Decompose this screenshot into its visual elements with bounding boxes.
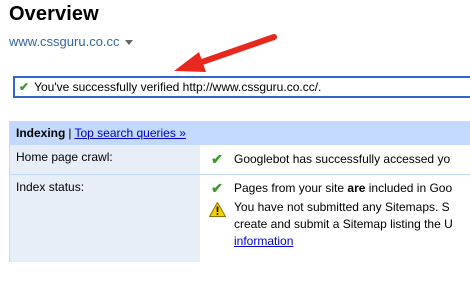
index-status-text: Pages from your site are included in Goo bbox=[234, 180, 452, 197]
table-row: Home page crawl: ✔ Googlebot has success… bbox=[10, 144, 470, 174]
tab-separator: | bbox=[68, 126, 72, 140]
table-row: Index status: ✔ Pages from your site are… bbox=[10, 174, 470, 262]
tab-indexing[interactable]: Indexing bbox=[16, 126, 65, 140]
row-label-index-status: Index status: bbox=[10, 175, 200, 262]
checkmark-icon: ✔ bbox=[211, 180, 223, 196]
more-information-link[interactable]: information bbox=[234, 234, 293, 248]
tab-top-search-queries-link[interactable]: Top search queries » bbox=[74, 126, 185, 140]
row-value: ✔ Googlebot has successfully accessed yo bbox=[200, 145, 458, 174]
index-status-bold: are bbox=[347, 181, 366, 195]
verification-success-message: ✔ You've successfully verified http://ww… bbox=[13, 76, 470, 98]
panel-header: Indexing | Top search queries » bbox=[10, 122, 470, 144]
index-status-pre: Pages from your site bbox=[234, 181, 348, 195]
sitemap-warning-text: You have not submitted any Sitemaps. S c… bbox=[234, 199, 453, 250]
sitemap-warning-line1: You have not submitted any Sitemaps. S bbox=[234, 200, 450, 214]
row-value: ✔ Pages from your site are included in G… bbox=[200, 175, 461, 262]
warning-icon bbox=[208, 199, 226, 217]
row-label-home-page-crawl: Home page crawl: bbox=[10, 145, 200, 174]
checkmark-icon: ✔ bbox=[211, 151, 223, 167]
index-status-post: included in Goo bbox=[365, 181, 453, 195]
success-message-text: You've successfully verified http://www.… bbox=[34, 80, 322, 94]
crawl-status-text: Googlebot has successfully accessed yo bbox=[234, 152, 451, 166]
indexing-panel: Indexing | Top search queries » Home pag… bbox=[9, 121, 470, 262]
checkmark-icon: ✔ bbox=[19, 80, 30, 94]
sitemap-warning-line2: create and submit a Sitemap listing the … bbox=[234, 217, 453, 231]
